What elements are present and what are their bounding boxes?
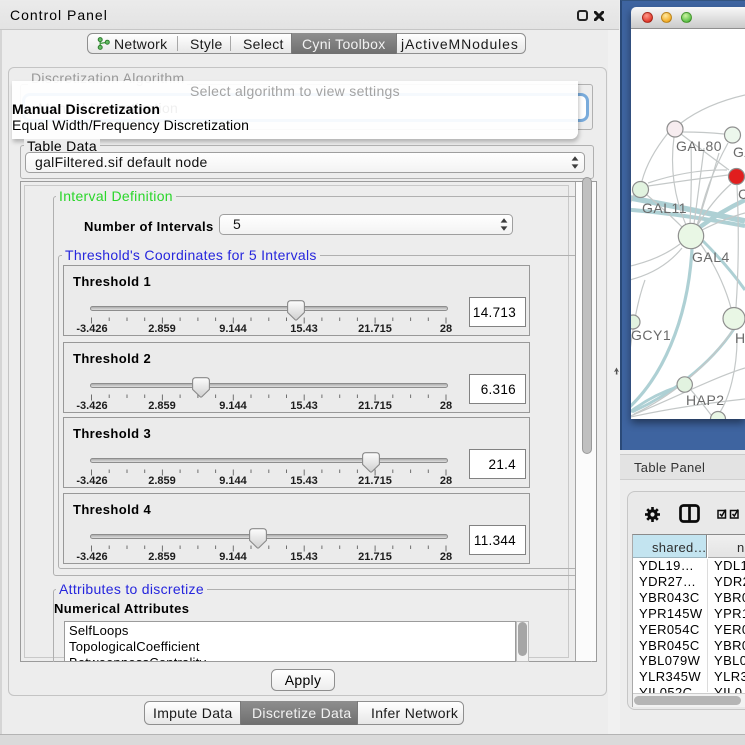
svg-text:HAP2: HAP2 — [686, 392, 725, 408]
svg-text:C: C — [738, 186, 745, 202]
svg-text:GAL80: GAL80 — [676, 138, 722, 154]
svg-text:H: H — [735, 330, 745, 346]
svg-text:GCY1: GCY1 — [631, 327, 671, 343]
svg-text:GAL11: GAL11 — [642, 200, 687, 216]
svg-text:GA: GA — [733, 144, 745, 160]
svg-text:GAL4: GAL4 — [692, 249, 730, 265]
